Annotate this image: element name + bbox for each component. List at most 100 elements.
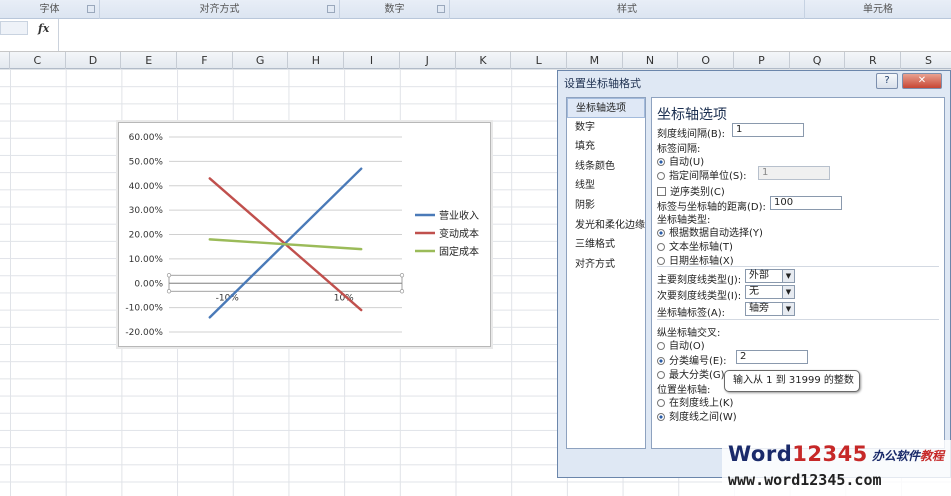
position-on-tick-radio[interactable]: 在刻度线上(K) xyxy=(657,394,733,409)
nav-item-0[interactable]: 坐标轴选项 xyxy=(567,98,645,118)
radio-selected-icon xyxy=(657,357,665,365)
select-all-corner[interactable] xyxy=(0,52,10,69)
minor-tick-label: 次要刻度线类型(I): xyxy=(657,291,742,302)
ribbon-group-styles: 样式 xyxy=(450,0,805,19)
label-interval-auto-radio[interactable]: 自动(U) xyxy=(657,153,704,168)
panel-heading: 坐标轴选项 xyxy=(657,107,727,123)
dialog-launcher-icon[interactable]: ↘ xyxy=(327,5,335,13)
radio-icon xyxy=(657,257,665,265)
column-header-o[interactable]: O xyxy=(678,52,735,69)
watermark-url: www.word12345.com xyxy=(728,471,882,489)
selection-handle[interactable] xyxy=(166,289,172,294)
divider xyxy=(657,266,939,267)
y-tick-label: 60.00% xyxy=(129,133,164,143)
cross-category-input[interactable]: 2 xyxy=(736,350,808,364)
watermark-cn-part2: 教程 xyxy=(920,449,945,463)
dialog-title: 设置坐标轴格式 xyxy=(564,77,641,90)
selection-handle[interactable] xyxy=(399,273,405,278)
insert-function-icon[interactable]: fx xyxy=(38,22,49,35)
column-header-p[interactable]: P xyxy=(734,52,790,69)
radio-selected-icon xyxy=(657,413,665,421)
formula-input[interactable] xyxy=(58,19,951,51)
label-interval-specify-radio[interactable]: 指定间隔单位(S): xyxy=(657,167,747,182)
nav-item-1[interactable]: 数字 xyxy=(567,118,645,138)
radio-icon xyxy=(657,172,665,180)
major-tick-select[interactable]: 外部 ▼ xyxy=(745,269,795,283)
y-tick-label: 0.00% xyxy=(134,279,163,289)
axis-type-auto-radio[interactable]: 根据数据自动选择(Y) xyxy=(657,224,763,239)
watermark-cn-part1: 办公软件 xyxy=(872,449,921,463)
help-button[interactable]: ? xyxy=(876,73,898,89)
nav-item-8[interactable]: 对齐方式 xyxy=(567,255,645,275)
column-header-f[interactable]: F xyxy=(177,52,233,69)
nav-item-2[interactable]: 填充 xyxy=(567,137,645,157)
column-header-r[interactable]: R xyxy=(846,52,902,69)
column-header-h[interactable]: H xyxy=(289,52,345,69)
column-header-c[interactable]: C xyxy=(10,52,66,69)
nav-item-4[interactable]: 线型 xyxy=(567,176,645,196)
select-value: 外部 xyxy=(749,270,769,281)
watermark-brand: Word12345 xyxy=(728,442,868,466)
column-header-d[interactable]: D xyxy=(66,52,122,69)
ribbon-group-alignment: 对齐方式 ↘ xyxy=(100,0,340,19)
radio-label: 刻度线之间(W) xyxy=(669,412,737,423)
dialog-launcher-icon[interactable]: ↘ xyxy=(437,5,445,13)
nav-item-3[interactable]: 线条颜色 xyxy=(567,157,645,177)
specify-interval-input[interactable]: 1 xyxy=(758,166,830,180)
radio-icon xyxy=(657,342,665,350)
selection-handle[interactable] xyxy=(166,273,172,278)
radio-icon xyxy=(657,243,665,251)
nav-item-6[interactable]: 发光和柔化边缘 xyxy=(567,216,645,236)
dialog-nav-list: 坐标轴选项 数字 填充 线条颜色 线型 阴影 发光和柔化边缘 三维格式 对齐方式 xyxy=(566,97,646,449)
nav-item-5[interactable]: 阴影 xyxy=(567,196,645,216)
reverse-order-checkbox[interactable]: 逆序类别(C) xyxy=(657,183,725,198)
minor-tick-select[interactable]: 无 ▼ xyxy=(745,285,795,299)
name-box[interactable] xyxy=(0,21,28,35)
cross-auto-radio[interactable]: 自动(O) xyxy=(657,337,705,352)
column-header-q[interactable]: Q xyxy=(790,52,846,69)
close-button[interactable]: ✕ xyxy=(902,73,942,89)
ribbon-group-bar: 字体 ↘ 对齐方式 ↘ 数字 ↘ 样式 单元格 xyxy=(0,0,951,19)
series-line-2[interactable] xyxy=(208,238,363,251)
axis-type-text-radio[interactable]: 文本坐标轴(T) xyxy=(657,238,733,253)
column-headers: CDEFGHIJKLMNOPQRS xyxy=(0,52,951,69)
column-header-s[interactable]: S xyxy=(901,52,951,69)
axis-type-date-radio[interactable]: 日期坐标轴(X) xyxy=(657,252,734,267)
y-tick-label: -10.00% xyxy=(125,304,163,314)
radio-selected-icon xyxy=(657,158,665,166)
axis-labels-label: 坐标轴标签(A): xyxy=(657,308,726,319)
column-header-n[interactable]: N xyxy=(623,52,679,69)
column-header-k[interactable]: K xyxy=(456,52,512,69)
column-header-g[interactable]: G xyxy=(233,52,289,69)
ribbon-group-font: 字体 ↘ xyxy=(0,0,100,19)
checkbox-icon xyxy=(657,187,666,196)
checkbox-label: 逆序类别(C) xyxy=(670,187,725,198)
radio-label: 指定间隔单位(S): xyxy=(669,171,747,182)
column-header-i[interactable]: I xyxy=(344,52,400,69)
column-header-e[interactable]: E xyxy=(121,52,178,69)
embedded-chart[interactable]: 60.00% 50.00% 40.00% 30.00% 20.00% 10.00% 0.00… xyxy=(118,122,491,347)
column-header-j[interactable]: J xyxy=(400,52,456,69)
radio-icon xyxy=(657,399,665,407)
radio-selected-icon xyxy=(657,229,665,237)
radio-icon xyxy=(657,371,665,379)
ribbon-group-label: 数字 xyxy=(384,4,405,15)
y-tick-label: 40.00% xyxy=(129,182,164,192)
legend-label: 营业收入 xyxy=(439,209,479,222)
tick-interval-input[interactable]: 1 xyxy=(732,123,804,137)
ribbon-group-label: 字体 xyxy=(39,4,60,15)
tick-interval-label: 刻度线间隔(B): xyxy=(657,129,726,140)
ribbon-group-label: 单元格 xyxy=(863,4,893,15)
dialog-launcher-icon[interactable]: ↘ xyxy=(87,5,95,13)
column-header-l[interactable]: L xyxy=(511,52,567,69)
label-distance-input[interactable]: 100 xyxy=(770,196,842,210)
nav-item-7[interactable]: 三维格式 xyxy=(567,235,645,255)
cross-category-radio[interactable]: 分类编号(E): xyxy=(657,352,727,367)
cross-max-radio[interactable]: 最大分类(G) xyxy=(657,366,725,381)
chart-svg: 60.00% 50.00% 40.00% 30.00% 20.00% 10.00% 0.00… xyxy=(125,133,479,338)
position-between-radio[interactable]: 刻度线之间(W) xyxy=(657,408,737,423)
selection-handle[interactable] xyxy=(399,289,405,294)
axis-labels-select[interactable]: 轴旁 ▼ xyxy=(745,302,795,316)
watermark: Word12345 办公软件教程 www.word12345.com xyxy=(722,440,951,496)
column-header-m[interactable]: M xyxy=(567,52,623,69)
